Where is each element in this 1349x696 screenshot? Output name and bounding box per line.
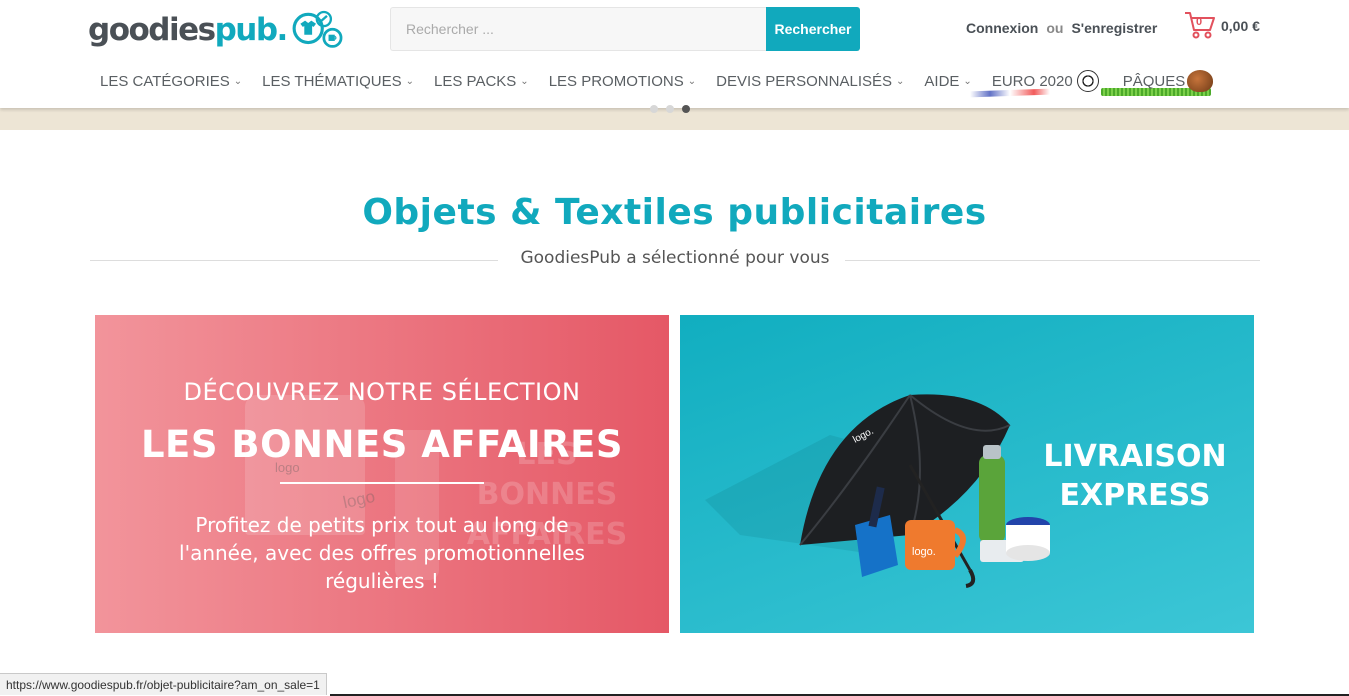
promo-card-bonnes-affaires[interactable]: logo logo LES BONNES AFFAIRES DÉCOUVREZ … [95, 315, 669, 633]
logo-wordmark: goodiespub. [88, 12, 288, 48]
goodiespub-logo-icon [292, 10, 343, 48]
login-separator: ou [1046, 20, 1064, 36]
site-header: goodiespub. Rechercher Connexion ou S'en… [0, 0, 1349, 108]
cart-widget[interactable]: 0 0,00 € [1184, 10, 1260, 40]
nav-item-label: DEVIS PERSONNALISÉS [716, 72, 893, 90]
carousel-dot[interactable] [650, 105, 658, 113]
carousel-dot[interactable] [666, 105, 674, 113]
chevron-down-icon: ⌄ [963, 75, 972, 87]
chevron-down-icon: ⌄ [233, 75, 243, 87]
carousel-dots [650, 105, 690, 113]
nav-item-label: LES CATÉGORIES [100, 72, 230, 90]
nav-item-label: EURO 2020 [991, 72, 1073, 90]
carousel-dot-active[interactable] [682, 105, 690, 113]
section-subtitle: GoodiesPub a sélectionné pour vous [520, 248, 830, 268]
promo-card-livraison-express[interactable]: logo. logo. LIVRAISON EXPRESS [680, 315, 1254, 633]
main-nav: LES CATÉGORIES ⌄ LES THÉMATIQUES ⌄ LES PAC… [90, 66, 1224, 98]
nav-item-packs[interactable]: LES PACKS ⌄ [424, 66, 539, 96]
site-logo[interactable]: goodiespub. [88, 4, 344, 56]
cart-total: 0,00 € [1221, 18, 1260, 34]
nav-item-thematiques[interactable]: LES THÉMATIQUES ⌄ [252, 66, 424, 96]
card-divider [280, 482, 484, 484]
nav-item-label: AIDE [924, 72, 960, 90]
chevron-down-icon: ⌄ [520, 75, 529, 87]
easter-egg-icon [1187, 70, 1214, 92]
browser-status-bar: https://www.goodiespub.fr/objet-publicit… [0, 673, 327, 695]
products-illustration: logo. logo. [705, 394, 1050, 588]
mug-logo-text: logo. [912, 546, 936, 558]
nav-item-label: LES THÉMATIQUES [262, 72, 402, 90]
register-link[interactable]: S'enregistrer [1071, 20, 1157, 36]
nav-item-devis[interactable]: DEVIS PERSONNALISÉS ⌄ [706, 66, 914, 96]
chevron-down-icon: ⌄ [896, 75, 905, 87]
cart-count-badge: 0 [1196, 16, 1203, 28]
nav-item-label: PÂQUES [1122, 72, 1186, 90]
account-links: Connexion ou S'enregistrer [966, 20, 1157, 36]
nav-item-promotions[interactable]: LES PROMOTIONS ⌄ [539, 66, 706, 96]
nav-item-label: LES PACKS [434, 72, 517, 90]
nav-item-paques[interactable]: PÂQUES [1100, 66, 1224, 96]
chevron-down-icon: ⌄ [687, 75, 697, 87]
nav-item-categories[interactable]: LES CATÉGORIES ⌄ [90, 66, 252, 96]
section-title: Objets & Textiles publicitaires [362, 192, 987, 233]
search-button[interactable]: Rechercher [766, 7, 860, 51]
search-bar: Rechercher [390, 7, 860, 51]
login-link[interactable]: Connexion [966, 20, 1038, 36]
card-title: LIVRAISON EXPRESS [1043, 439, 1227, 513]
nav-item-euro-2020[interactable]: EURO 2020 [969, 66, 1099, 98]
section-subtitle-row: GoodiesPub a sélectionné pour vous [90, 248, 1260, 274]
football-icon [1076, 70, 1099, 92]
card-kicker: DÉCOUVREZ NOTRE SÉLECTION [183, 378, 581, 406]
nav-item-label: LES PROMOTIONS [548, 72, 684, 90]
divider [845, 260, 1260, 261]
search-input[interactable] [390, 7, 768, 51]
flag-stripe-decoration [969, 88, 1050, 98]
card-description: Profitez de petits prix tout au long de … [179, 513, 585, 593]
chevron-down-icon: ⌄ [405, 75, 415, 87]
card-title: LES BONNES AFFAIRES [140, 423, 624, 466]
